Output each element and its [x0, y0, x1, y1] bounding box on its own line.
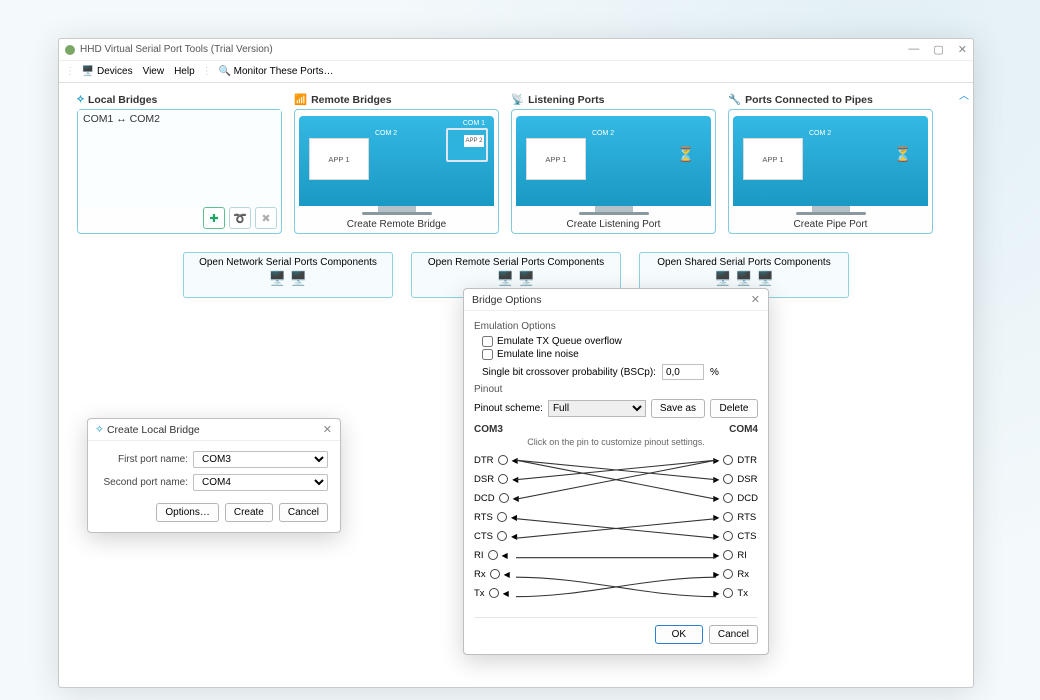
remote-bridge-tile[interactable]: APP 1 COM 2 COM 1 APP 2 Create Remote Br…	[294, 109, 499, 234]
pin-left-DTR[interactable]: DTR◀	[474, 453, 519, 467]
bscp-input[interactable]	[662, 364, 704, 380]
create-local-bridge-dialog: ⟡ Create Local Bridge ✕ First port name:…	[87, 418, 341, 533]
pin-right-CTS[interactable]: ▶CTS	[713, 529, 758, 543]
section-action-label: Create Pipe Port	[729, 219, 932, 230]
pinout-hint: Click on the pin to customize pinout set…	[474, 437, 758, 447]
pinout-scheme-select[interactable]: Full	[548, 400, 646, 417]
listening-port-tile[interactable]: APP 1 COM 2 Create Listening Port	[511, 109, 716, 234]
pinout-group: Pinout	[474, 384, 758, 395]
section-listening-ports: 📡 Listening Ports APP 1 COM 2 Create List…	[511, 93, 716, 234]
delete-bridge-button[interactable]: ✖	[255, 207, 277, 229]
pin-left-DSR[interactable]: DSR◀	[474, 472, 519, 486]
pin-left-Tx[interactable]: Tx◀	[474, 586, 519, 600]
local-bridge-list[interactable]: COM1 ↔ COM2	[78, 110, 281, 207]
cancel-button[interactable]: Cancel	[709, 625, 758, 644]
pipe-icon: 🔧	[728, 93, 741, 106]
pinout-right-port: COM4	[729, 424, 758, 435]
scroll-up-icon[interactable]: ︿	[959, 87, 969, 102]
bscp-label: Single bit crossover probability (BSCp):	[482, 367, 656, 378]
section-title: Listening Ports	[528, 94, 604, 106]
add-bridge-button[interactable]: ✚	[203, 207, 225, 229]
hourglass-icon	[894, 146, 910, 172]
component-icon: 🖥️ 🖥️	[416, 270, 616, 287]
open-network-components[interactable]: Open Network Serial Ports Components 🖥️ …	[183, 252, 393, 298]
section-title: Remote Bridges	[311, 94, 392, 106]
emulation-group: Emulation Options	[474, 321, 758, 332]
app-box-label: APP 1	[309, 138, 369, 180]
minimize-button[interactable]: —	[908, 43, 919, 56]
component-icon: 🖥️ 🖥️ 🖥️	[644, 270, 844, 287]
app-box-label: APP 1	[743, 138, 803, 180]
titlebar: HHD Virtual Serial Port Tools (Trial Ver…	[59, 39, 973, 61]
section-title: Ports Connected to Pipes	[745, 94, 873, 106]
pin-right-Tx[interactable]: ▶Tx	[713, 586, 758, 600]
section-remote-bridges: 📶 Remote Bridges APP 1 COM 2 COM 1 APP 2 …	[294, 93, 499, 234]
app-box-label: APP 1	[526, 138, 586, 180]
section-title: Local Bridges	[88, 94, 157, 106]
local-bridge-item[interactable]: COM1 ↔ COM2	[83, 113, 276, 125]
component-icon: 🖥️ 🖥️	[188, 270, 388, 287]
section-action-label: Create Listening Port	[512, 219, 715, 230]
ok-button[interactable]: OK	[655, 625, 703, 644]
pinout-left-port: COM3	[474, 424, 503, 435]
toolbar: ⋮ 🖥️Devices View Help ⋮ 🔍Monitor These P…	[59, 61, 973, 83]
pin-left-RTS[interactable]: RTS◀	[474, 510, 519, 524]
pipe-port-tile[interactable]: APP 1 COM 2 Create Pipe Port	[728, 109, 933, 234]
pin-right-DTR[interactable]: ▶DTR	[713, 453, 758, 467]
cancel-button[interactable]: Cancel	[279, 503, 328, 522]
pin-left-Rx[interactable]: Rx◀	[474, 567, 519, 581]
listen-icon: 📡	[511, 93, 524, 106]
close-icon[interactable]: ✕	[323, 423, 332, 436]
pin-left-DCD[interactable]: DCD◀	[474, 491, 519, 505]
delete-scheme-button[interactable]: Delete	[710, 399, 758, 418]
help-menu[interactable]: Help	[171, 66, 198, 77]
app-logo-icon	[65, 45, 75, 55]
section-pipes: 🔧 Ports Connected to Pipes APP 1 COM 2 Cr…	[728, 93, 933, 234]
options-button[interactable]: Options…	[156, 503, 218, 522]
reconnect-button[interactable]: ➰	[229, 207, 251, 229]
hourglass-icon	[677, 146, 693, 172]
first-port-label: First port name:	[100, 454, 188, 465]
close-button[interactable]: ✕	[958, 43, 967, 56]
maximize-button[interactable]: ▢	[933, 43, 943, 56]
close-icon[interactable]: ✕	[751, 293, 760, 306]
search-icon: 🔍	[219, 66, 231, 78]
pinout-diagram[interactable]: DTR◀ DSR◀ DCD◀ RTS◀ CTS◀ RI◀ Rx◀ Tx◀ ▶DTR ▶DSR ▶D…	[474, 453, 758, 609]
pin-left-CTS[interactable]: CTS◀	[474, 529, 519, 543]
window-title: HHD Virtual Serial Port Tools (Trial Ver…	[80, 44, 273, 55]
pin-right-Rx[interactable]: ▶Rx	[713, 567, 758, 581]
first-port-select[interactable]: COM3	[193, 451, 328, 468]
pin-right-RTS[interactable]: ▶RTS	[713, 510, 758, 524]
pin-right-DSR[interactable]: ▶DSR	[713, 472, 758, 486]
second-port-select[interactable]: COM4	[193, 474, 328, 491]
create-button[interactable]: Create	[225, 503, 273, 522]
view-menu[interactable]: View	[140, 66, 168, 77]
dialog-title: Bridge Options	[472, 294, 541, 306]
devices-menu[interactable]: 🖥️Devices	[79, 66, 136, 78]
devices-icon: 🖥️	[82, 66, 94, 78]
emulate-tx-overflow-checkbox[interactable]: Emulate TX Queue overflow	[482, 336, 758, 347]
second-port-label: Second port name:	[100, 477, 188, 488]
section-local-bridges: ⟡ Local Bridges COM1 ↔ COM2 ✚ ➰ ✖	[77, 93, 282, 234]
link-icon: ⟡	[96, 423, 103, 436]
monitor-ports-button[interactable]: 🔍Monitor These Ports…	[216, 66, 337, 78]
section-action-label: Create Remote Bridge	[295, 219, 498, 230]
emulate-line-noise-checkbox[interactable]: Emulate line noise	[482, 349, 758, 360]
bridge-options-dialog: Bridge Options ✕ Emulation Options Emula…	[463, 288, 769, 655]
link-icon: ⟡	[77, 93, 84, 106]
dialog-title: Create Local Bridge	[107, 424, 200, 436]
save-as-button[interactable]: Save as	[651, 399, 705, 418]
wifi-icon: 📶	[294, 93, 307, 106]
pin-left-RI[interactable]: RI◀	[474, 548, 519, 562]
pin-right-DCD[interactable]: ▶DCD	[713, 491, 758, 505]
scheme-label: Pinout scheme:	[474, 403, 543, 414]
pin-right-RI[interactable]: ▶RI	[713, 548, 758, 562]
